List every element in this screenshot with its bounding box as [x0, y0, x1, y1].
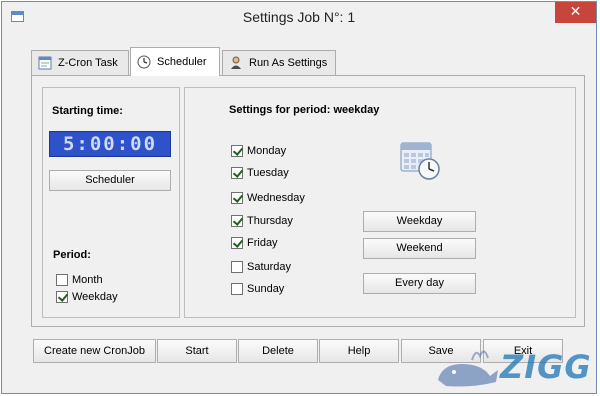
tab-scheduler[interactable]: Scheduler [130, 47, 220, 76]
period-settings-heading: Settings for period: weekday [229, 104, 380, 116]
day-sunday-checkbox[interactable]: Sunday [231, 283, 284, 295]
checkbox-box[interactable] [231, 215, 243, 227]
checkbox-box[interactable] [231, 167, 243, 179]
checkbox-box[interactable] [231, 145, 243, 157]
checkbox-label: Sunday [247, 283, 285, 295]
checkbox-label: Thursday [247, 215, 293, 227]
start-button[interactable]: Start [157, 339, 237, 363]
day-friday-checkbox[interactable]: Friday [231, 237, 278, 249]
checkbox-box[interactable] [56, 291, 68, 303]
day-tuesday-checkbox[interactable]: Tuesday [231, 167, 289, 179]
checkbox-box[interactable] [231, 261, 243, 273]
help-button[interactable]: Help [319, 339, 399, 363]
delete-button[interactable]: Delete [238, 339, 318, 363]
period-month-checkbox[interactable]: Month [56, 274, 103, 286]
task-icon [38, 56, 52, 70]
tab-z-cron-task[interactable]: Z-Cron Task [31, 50, 129, 75]
user-icon [229, 56, 243, 70]
create-new-cronjob-button[interactable]: Create new CronJob [33, 339, 156, 363]
every-day-preset-button[interactable]: Every day [363, 273, 476, 294]
day-thursday-checkbox[interactable]: Thursday [231, 215, 293, 227]
checkbox-label: Monday [247, 145, 287, 157]
starting-time-label: Starting time: [52, 105, 123, 117]
window-title: Settings Job N°: 1 [242, 9, 356, 25]
checkbox-label: Friday [247, 237, 278, 249]
day-wednesday-checkbox[interactable]: Wednesday [231, 192, 305, 204]
checkbox-label: Weekday [72, 291, 118, 303]
title-bar[interactable]: Settings Job N°: 1 [2, 2, 596, 32]
checkbox-label: Tuesday [247, 167, 289, 179]
tab-label: Z-Cron Task [58, 57, 118, 69]
period-label: Period: [53, 249, 91, 261]
day-saturday-checkbox[interactable]: Saturday [231, 261, 291, 273]
close-button[interactable]: ✕ [555, 2, 596, 23]
tab-run-as-settings[interactable]: Run As Settings [222, 50, 336, 75]
checkbox-box[interactable] [231, 283, 243, 295]
checkbox-label: Wednesday [247, 192, 305, 204]
weekday-preset-button[interactable]: Weekday [363, 211, 476, 232]
tab-label: Run As Settings [249, 57, 328, 69]
checkbox-box[interactable] [56, 274, 68, 286]
scheduler-button[interactable]: Scheduler [49, 170, 171, 191]
watermark-text: ZIGG [500, 348, 592, 386]
time-display[interactable]: 5:00:00 [49, 131, 171, 157]
weekend-preset-button[interactable]: Weekend [363, 238, 476, 259]
clock-icon [137, 55, 151, 69]
time-value: 5:00:00 [62, 133, 158, 155]
period-weekday-checkbox[interactable]: Weekday [56, 291, 118, 303]
tab-label: Scheduler [157, 56, 207, 68]
checkbox-label: Month [72, 274, 103, 286]
checkbox-box[interactable] [231, 237, 243, 249]
calendar-clock-icon [400, 139, 440, 181]
checkbox-box[interactable] [231, 192, 243, 204]
day-monday-checkbox[interactable]: Monday [231, 145, 286, 157]
zigg-watermark: ZIGG [432, 340, 592, 390]
checkbox-label: Saturday [247, 261, 292, 273]
